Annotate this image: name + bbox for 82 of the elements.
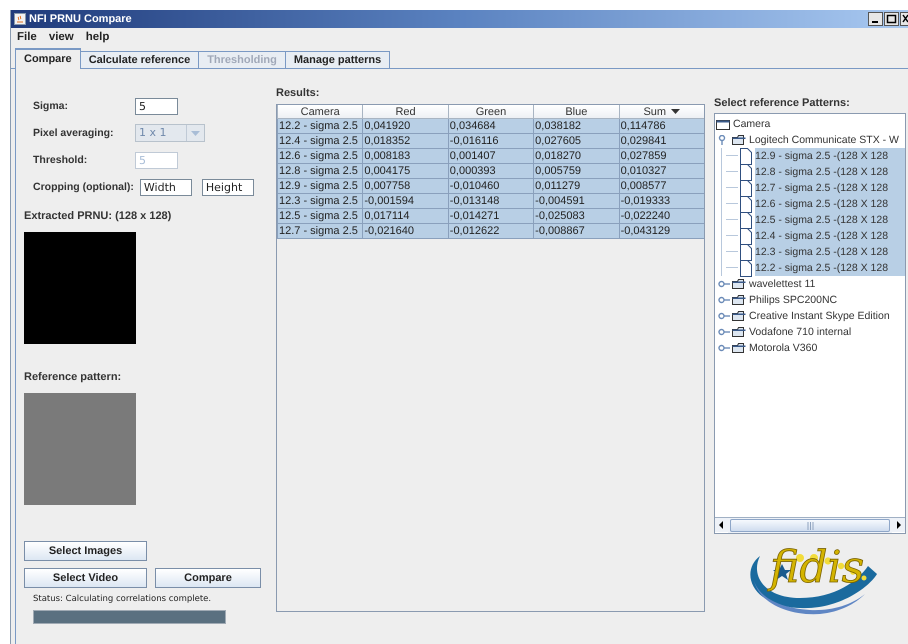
button[interactable]: Compare xyxy=(155,568,261,588)
column-header[interactable]: Camera xyxy=(278,105,363,118)
tab[interactable]: Compare xyxy=(15,48,81,69)
table-cell: 0,114786 xyxy=(619,118,704,134)
table-cell: 0,010327 xyxy=(619,164,704,178)
field-label: Cropping (optional): xyxy=(32,181,134,193)
table-cell: 0,038182 xyxy=(534,118,620,134)
section-label: Extracted PRNU: (128 x 128) xyxy=(24,210,172,224)
tree-item[interactable]: 12.5 - sigma 2.5 -(128 X 128 xyxy=(755,212,905,228)
tree-item[interactable]: 12.2 - sigma 2.5 -(128 X 128 xyxy=(755,260,905,276)
status-text: Status: Calculating correlations complete. xyxy=(32,594,212,604)
table-cell: 0,001407 xyxy=(448,148,534,164)
column-header[interactable]: Blue xyxy=(534,105,620,118)
table-cell: -0,016116 xyxy=(448,134,534,148)
table-cell: 12.8 - sigma 2.5 xyxy=(278,164,363,178)
table-cell: 12.7 - sigma 2.5 xyxy=(278,224,363,238)
menu-item[interactable]: File xyxy=(17,31,37,43)
input-field[interactable]: Width xyxy=(140,178,192,196)
table-cell: 0,041920 xyxy=(362,118,448,134)
table-cell: 12.4 - sigma 2.5 xyxy=(278,134,363,148)
table-cell: -0,004591 xyxy=(534,194,620,208)
table-cell: -0,014271 xyxy=(448,208,534,224)
table-cell: 0,007758 xyxy=(362,178,448,194)
tree-item[interactable]: 12.3 - sigma 2.5 -(128 X 128 xyxy=(755,244,905,260)
column-header[interactable]: Red xyxy=(362,105,448,118)
field-label: Pixel averaging: xyxy=(32,127,115,139)
tree-item[interactable]: Creative Instant Skype Edition xyxy=(749,308,905,324)
window-title: NFI PRNU Compare xyxy=(29,13,133,25)
table-cell: 0,018270 xyxy=(534,148,620,164)
column-header[interactable]: Sum xyxy=(619,105,704,118)
section-label: Results: xyxy=(276,87,320,101)
input-field[interactable]: Height xyxy=(202,178,254,196)
field-label: Threshold: xyxy=(32,154,88,166)
table-cell: 0,027859 xyxy=(619,148,704,164)
table-cell: 0,011279 xyxy=(534,178,620,194)
tree-item[interactable]: Logitech Communicate STX - W xyxy=(749,132,905,148)
column-header[interactable]: Green xyxy=(448,105,534,118)
table-cell: -0,019333 xyxy=(619,194,704,208)
button[interactable]: Select Video xyxy=(24,568,147,588)
tree-item[interactable]: 12.7 - sigma 2.5 -(128 X 128 xyxy=(755,180,905,196)
tree-item[interactable]: Motorola V360 xyxy=(749,340,905,356)
section-label: Select reference Patterns: xyxy=(714,97,851,111)
table-cell: 0,017114 xyxy=(362,208,448,224)
table-cell: -0,021640 xyxy=(362,224,448,238)
table-cell: 0,034684 xyxy=(448,118,534,134)
table-cell: 0,008183 xyxy=(362,148,448,164)
table-cell: 0,027605 xyxy=(534,134,620,148)
table-cell: 0,005759 xyxy=(534,164,620,178)
input-field[interactable]: 5 xyxy=(135,98,178,114)
tree-item[interactable]: 12.4 - sigma 2.5 -(128 X 128 xyxy=(755,228,905,244)
tab[interactable]: Calculate reference xyxy=(80,51,200,68)
menu-item[interactable]: view xyxy=(48,31,74,43)
table-cell: -0,001594 xyxy=(362,194,448,208)
table-cell: 12.5 - sigma 2.5 xyxy=(278,208,363,224)
table-cell: 0,000393 xyxy=(448,164,534,178)
table-cell: 12.6 - sigma 2.5 xyxy=(278,148,363,164)
table-cell: -0,043129 xyxy=(619,224,704,238)
table-cell: -0,025083 xyxy=(534,208,620,224)
table-cell: 0,004175 xyxy=(362,164,448,178)
table-cell: -0,010460 xyxy=(448,178,534,194)
tree-item[interactable]: wavelettest 11 xyxy=(749,276,905,292)
menu-item[interactable]: help xyxy=(86,31,110,43)
tree-item[interactable]: 12.6 - sigma 2.5 -(128 X 128 xyxy=(755,196,905,212)
table-cell: 0,018352 xyxy=(362,134,448,148)
tab[interactable]: Manage patterns xyxy=(284,51,390,68)
tree-item[interactable]: 12.9 - sigma 2.5 -(128 X 128 xyxy=(755,148,905,164)
table-cell: -0,008867 xyxy=(534,224,620,238)
tree-item[interactable]: Philips SPC200NC xyxy=(749,292,905,308)
table-cell: -0,013148 xyxy=(448,194,534,208)
table-cell: -0,012622 xyxy=(448,224,534,238)
table-cell: 12.3 - sigma 2.5 xyxy=(278,194,363,208)
field-label: Sigma: xyxy=(32,100,70,112)
tree-item[interactable]: Camera xyxy=(733,116,905,132)
tree-item[interactable]: 12.8 - sigma 2.5 -(128 X 128 xyxy=(755,164,905,180)
table-cell: 12.2 - sigma 2.5 xyxy=(278,118,363,134)
button[interactable]: Select Images xyxy=(24,541,147,561)
table-cell: 0,029841 xyxy=(619,134,704,148)
section-label: Reference pattern: xyxy=(24,371,122,385)
table-cell: 12.9 - sigma 2.5 xyxy=(278,178,363,194)
table-cell: 0,008577 xyxy=(619,178,704,194)
table-cell: -0,022240 xyxy=(619,208,704,224)
tree-item[interactable]: Vodafone 710 internal xyxy=(749,324,905,340)
